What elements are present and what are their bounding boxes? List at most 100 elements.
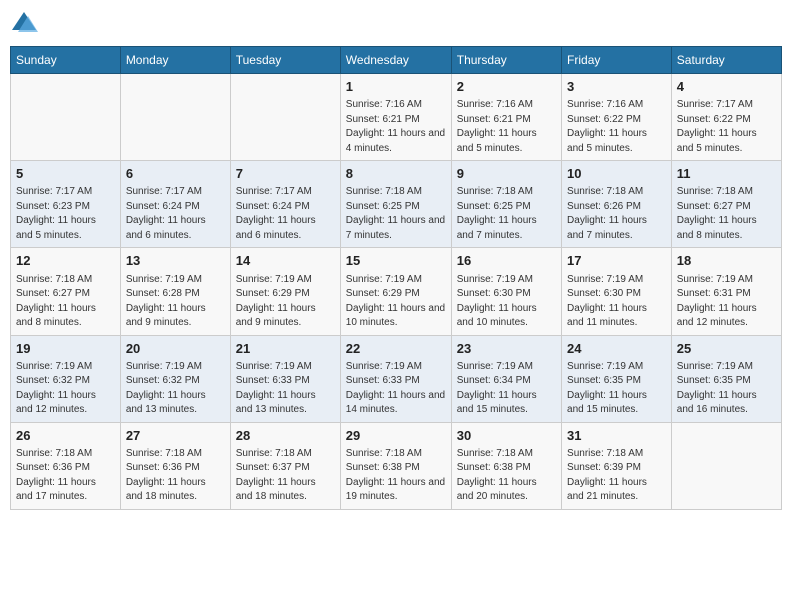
cell-content: Daylight: 11 hours and 8 minutes. xyxy=(677,214,776,243)
cell-content: Daylight: 11 hours and 6 minutes. xyxy=(236,214,335,243)
calendar-cell: 2 Sunrise: 7:16 AMSunset: 6:21 PMDaylight… xyxy=(451,74,561,161)
calendar-cell: 4Sunrise: 7:17 AMSunset: 6:22 PMDaylight… xyxy=(671,74,781,161)
cell-content: Daylight: 11 hours and 17 minutes. xyxy=(16,476,115,505)
cell-content: Sunrise: 7:19 AM xyxy=(457,273,556,288)
calendar-cell xyxy=(230,74,340,161)
calendar-cell: 15Sunrise: 7:19 AMSunset: 6:29 PMDayligh… xyxy=(340,248,451,335)
cell-content: Daylight: 11 hours and 15 minutes. xyxy=(457,389,556,418)
day-number: 28 xyxy=(236,427,335,445)
cell-content: Sunset: 6:22 PM xyxy=(677,113,776,128)
cell-content: Sunset: 6:30 PM xyxy=(457,287,556,302)
day-number: 2 xyxy=(457,78,556,96)
cell-content: Sunrise: 7:17 AM xyxy=(126,185,225,200)
cell-content: Sunrise: 7:18 AM xyxy=(126,447,225,462)
calendar-cell: 24Sunrise: 7:19 AMSunset: 6:35 PMDayligh… xyxy=(562,335,672,422)
cell-content: Sunrise: 7:19 AM xyxy=(567,360,666,375)
cell-content: Sunrise: 7:17 AM xyxy=(236,185,335,200)
cell-content: Sunset: 6:22 PM xyxy=(567,113,666,128)
day-number: 31 xyxy=(567,427,666,445)
day-number: 9 xyxy=(457,165,556,183)
cell-content: Sunset: 6:26 PM xyxy=(567,200,666,215)
day-number: 30 xyxy=(457,427,556,445)
cell-content: Sunset: 6:31 PM xyxy=(677,287,776,302)
day-number: 18 xyxy=(677,252,776,270)
cell-content: Sunset: 6:29 PM xyxy=(236,287,335,302)
cell-content: Daylight: 11 hours and 5 minutes. xyxy=(677,127,776,156)
cell-content: Sunrise: 7:19 AM xyxy=(236,360,335,375)
cell-content: Sunrise: 7:16 AM xyxy=(457,98,556,113)
cell-content: Daylight: 11 hours and 9 minutes. xyxy=(236,302,335,331)
day-number: 20 xyxy=(126,340,225,358)
calendar-cell: 8Sunrise: 7:18 AMSunset: 6:25 PMDaylight… xyxy=(340,161,451,248)
day-number: 10 xyxy=(567,165,666,183)
cell-content: Sunrise: 7:18 AM xyxy=(236,447,335,462)
day-number: 16 xyxy=(457,252,556,270)
day-number: 24 xyxy=(567,340,666,358)
cell-content: Sunrise: 7:19 AM xyxy=(346,360,446,375)
day-number: 4 xyxy=(677,78,776,96)
cell-content: Sunset: 6:32 PM xyxy=(126,374,225,389)
calendar-cell: 26Sunrise: 7:18 AMSunset: 6:36 PMDayligh… xyxy=(11,422,121,509)
day-number: 8 xyxy=(346,165,446,183)
calendar-cell: 30Sunrise: 7:18 AMSunset: 6:38 PMDayligh… xyxy=(451,422,561,509)
cell-content: Daylight: 11 hours and 7 minutes. xyxy=(567,214,666,243)
cell-content: Sunset: 6:27 PM xyxy=(677,200,776,215)
day-header-wednesday: Wednesday xyxy=(340,47,451,74)
cell-content: Sunset: 6:35 PM xyxy=(677,374,776,389)
calendar-cell: 3Sunrise: 7:16 AMSunset: 6:22 PMDaylight… xyxy=(562,74,672,161)
cell-content: Sunset: 6:28 PM xyxy=(126,287,225,302)
cell-content: Daylight: 11 hours and 18 minutes. xyxy=(236,476,335,505)
cell-content: Sunrise: 7:19 AM xyxy=(457,360,556,375)
day-header-sunday: Sunday xyxy=(11,47,121,74)
day-number: 25 xyxy=(677,340,776,358)
cell-content: Daylight: 11 hours and 13 minutes. xyxy=(236,389,335,418)
header xyxy=(10,10,782,38)
calendar-cell: 27Sunrise: 7:18 AMSunset: 6:36 PMDayligh… xyxy=(120,422,230,509)
cell-content: Sunrise: 7:18 AM xyxy=(346,185,446,200)
cell-content: Sunset: 6:24 PM xyxy=(236,200,335,215)
cell-content: Sunset: 6:33 PM xyxy=(346,374,446,389)
calendar-cell: 16Sunrise: 7:19 AMSunset: 6:30 PMDayligh… xyxy=(451,248,561,335)
day-number: 21 xyxy=(236,340,335,358)
calendar-cell: 12Sunrise: 7:18 AMSunset: 6:27 PMDayligh… xyxy=(11,248,121,335)
logo-icon xyxy=(10,10,38,38)
calendar-cell: 13 Sunrise: 7:19 AMSunset: 6:28 PMDayligh… xyxy=(120,248,230,335)
cell-content: Sunrise: 7:18 AM xyxy=(567,185,666,200)
day-number: 13 xyxy=(126,252,225,270)
week-row-1: 5Sunrise: 7:17 AMSunset: 6:23 PMDaylight… xyxy=(11,161,782,248)
calendar-cell: 19Sunrise: 7:19 AMSunset: 6:32 PMDayligh… xyxy=(11,335,121,422)
cell-content: Sunrise: 7:19 AM xyxy=(126,273,225,288)
calendar-cell: 7 Sunrise: 7:17 AMSunset: 6:24 PMDaylight… xyxy=(230,161,340,248)
cell-content: Daylight: 11 hours and 20 minutes. xyxy=(457,476,556,505)
day-header-thursday: Thursday xyxy=(451,47,561,74)
calendar-cell: 20Sunrise: 7:19 AMSunset: 6:32 PMDayligh… xyxy=(120,335,230,422)
calendar-cell: 6Sunrise: 7:17 AMSunset: 6:24 PMDaylight… xyxy=(120,161,230,248)
cell-content: Daylight: 11 hours and 11 minutes. xyxy=(567,302,666,331)
day-number: 19 xyxy=(16,340,115,358)
cell-content: Sunset: 6:25 PM xyxy=(457,200,556,215)
cell-content: Sunset: 6:21 PM xyxy=(346,113,446,128)
cell-content: Sunset: 6:36 PM xyxy=(126,461,225,476)
cell-content: Daylight: 11 hours and 10 minutes. xyxy=(346,302,446,331)
day-number: 7 xyxy=(236,165,335,183)
calendar-cell: 18Sunrise: 7:19 AMSunset: 6:31 PMDayligh… xyxy=(671,248,781,335)
day-number: 3 xyxy=(567,78,666,96)
day-header-friday: Friday xyxy=(562,47,672,74)
day-number: 6 xyxy=(126,165,225,183)
day-number: 26 xyxy=(16,427,115,445)
cell-content: Daylight: 11 hours and 21 minutes. xyxy=(567,476,666,505)
cell-content: Daylight: 11 hours and 12 minutes. xyxy=(677,302,776,331)
cell-content: Sunrise: 7:19 AM xyxy=(346,273,446,288)
cell-content: Sunset: 6:25 PM xyxy=(346,200,446,215)
cell-content: Sunset: 6:24 PM xyxy=(126,200,225,215)
calendar-cell: 11Sunrise: 7:18 AMSunset: 6:27 PMDayligh… xyxy=(671,161,781,248)
cell-content: Daylight: 11 hours and 5 minutes. xyxy=(457,127,556,156)
cell-content: Sunset: 6:21 PM xyxy=(457,113,556,128)
cell-content: Daylight: 11 hours and 13 minutes. xyxy=(126,389,225,418)
cell-content: Daylight: 11 hours and 5 minutes. xyxy=(16,214,115,243)
day-number: 23 xyxy=(457,340,556,358)
cell-content: Sunset: 6:29 PM xyxy=(346,287,446,302)
cell-content: Daylight: 11 hours and 9 minutes. xyxy=(126,302,225,331)
logo xyxy=(10,10,40,38)
calendar-cell: 9Sunrise: 7:18 AMSunset: 6:25 PMDaylight… xyxy=(451,161,561,248)
